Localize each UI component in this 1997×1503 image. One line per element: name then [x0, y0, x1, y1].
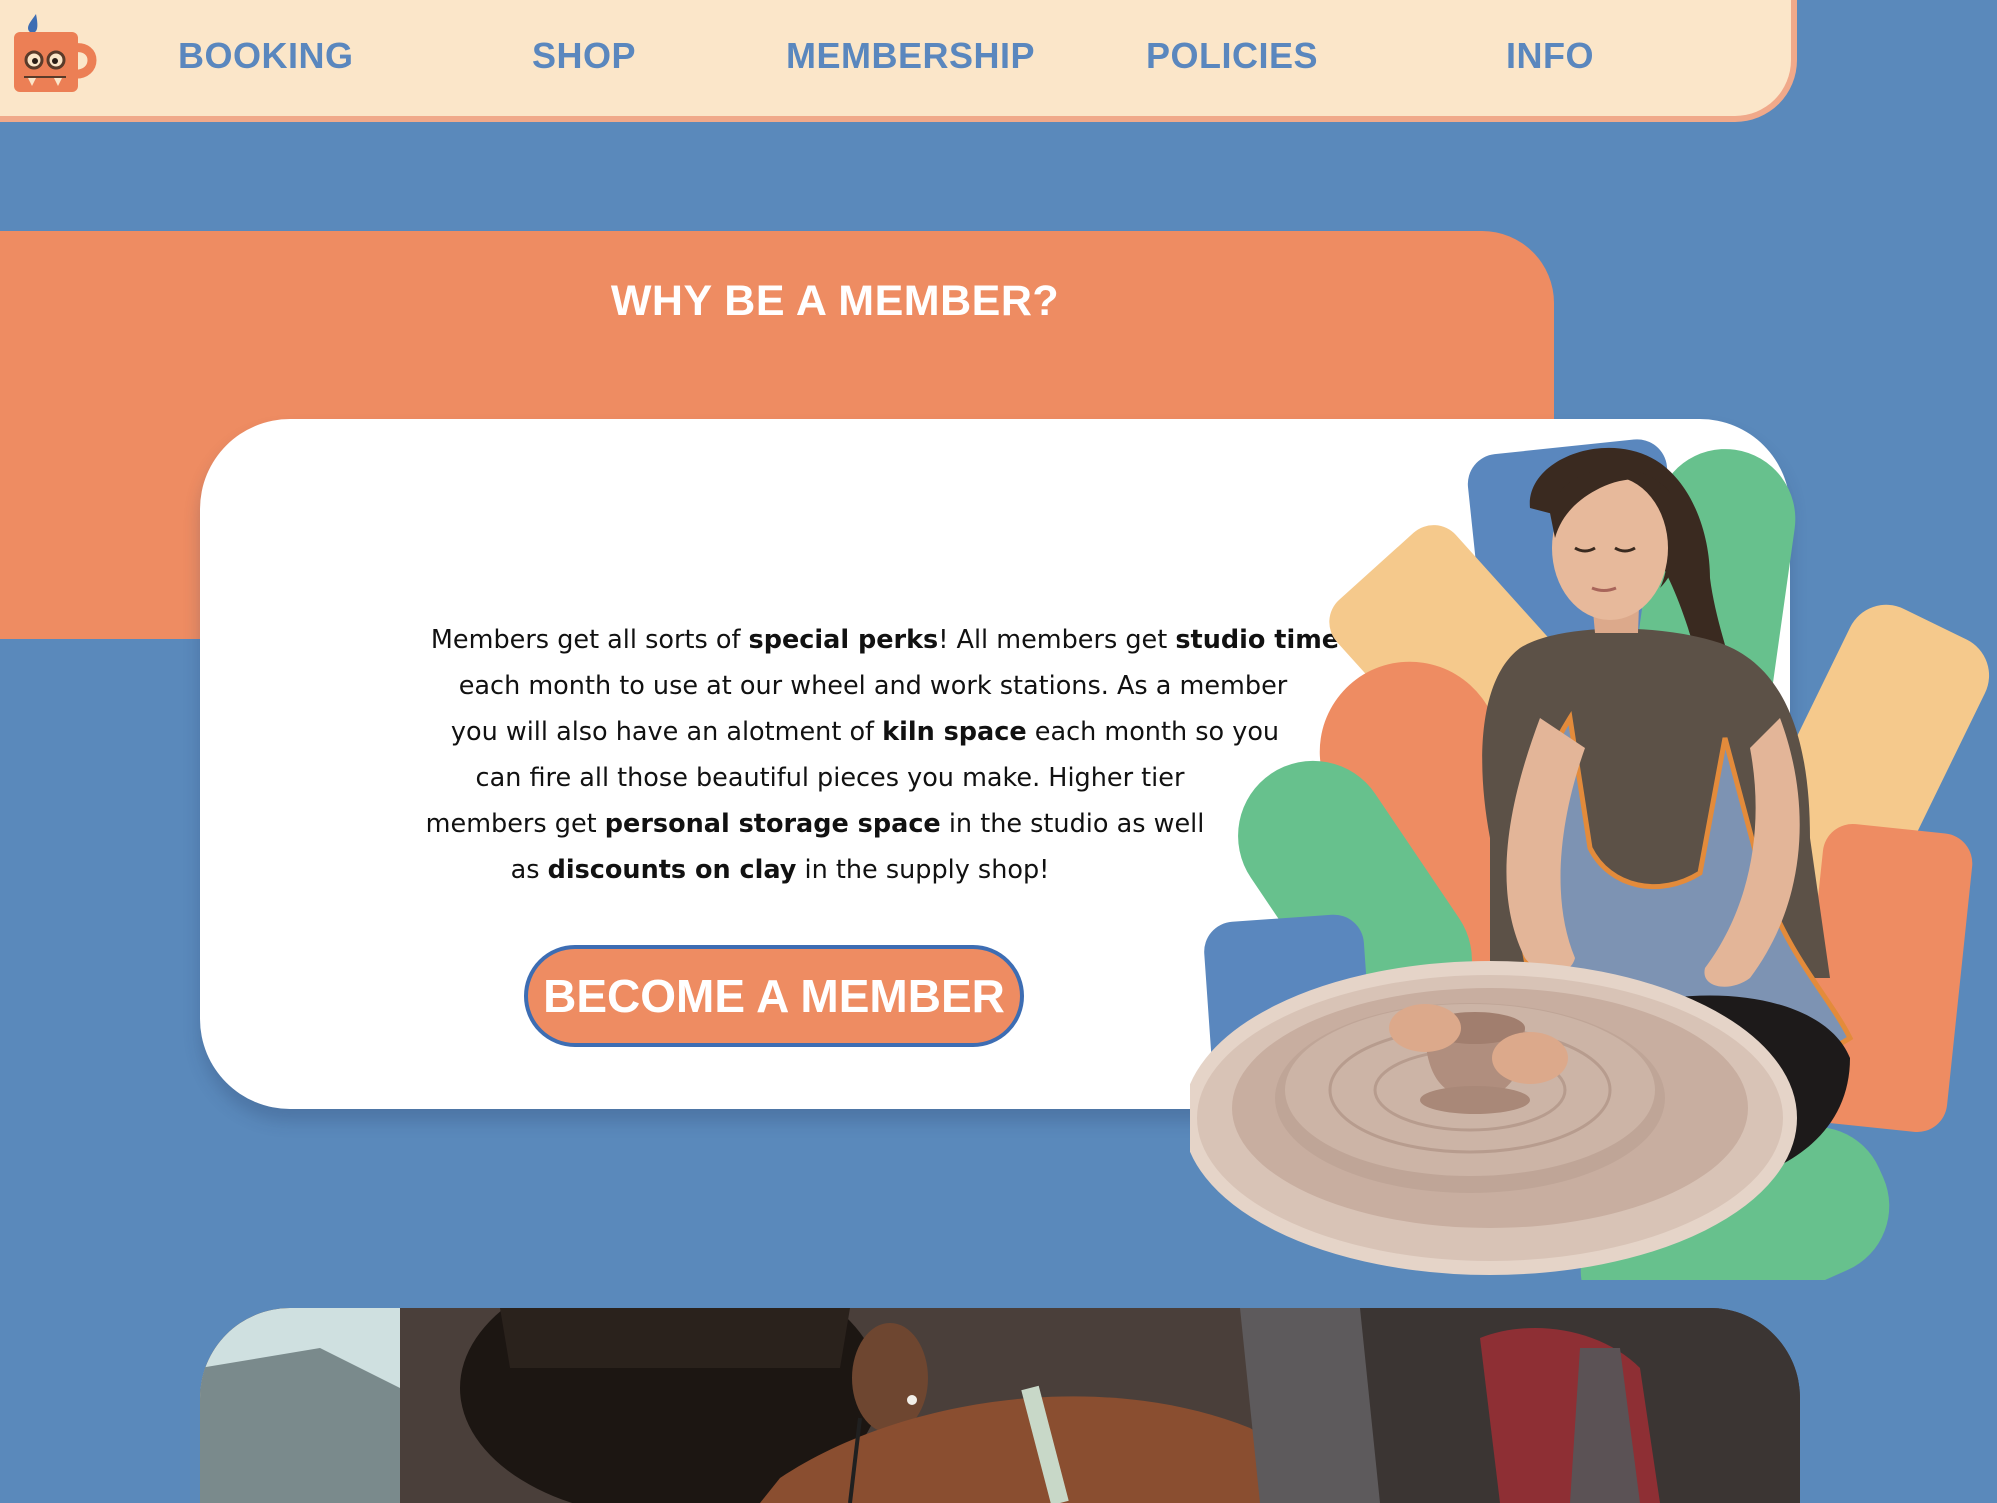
- nav-link-shop[interactable]: SHOP: [532, 34, 636, 78]
- highlight-kiln-space: kiln space: [882, 717, 1027, 747]
- highlight-special-perks: special perks: [748, 625, 939, 655]
- nav-link-info[interactable]: INFO: [1506, 34, 1594, 78]
- potter-at-wheel-illustration: [1190, 439, 1990, 1280]
- become-a-member-button[interactable]: BECOME A MEMBER: [524, 945, 1024, 1047]
- nav-link-booking[interactable]: BOOKING: [178, 34, 354, 78]
- nav-link-membership[interactable]: MEMBERSHIP: [786, 34, 1035, 78]
- highlight-discounts-on-clay: discounts on clay: [547, 855, 797, 885]
- top-navigation-bar: BOOKING SHOP MEMBERSHIP POLICIES INFO: [0, 0, 1797, 122]
- highlight-personal-storage-space: personal storage space: [604, 809, 941, 839]
- mug-monster-logo-icon[interactable]: [10, 10, 98, 94]
- section-title: WHY BE A MEMBER?: [610, 277, 1060, 325]
- studio-photo: [200, 1308, 1800, 1503]
- nav-link-policies[interactable]: POLICIES: [1146, 34, 1318, 78]
